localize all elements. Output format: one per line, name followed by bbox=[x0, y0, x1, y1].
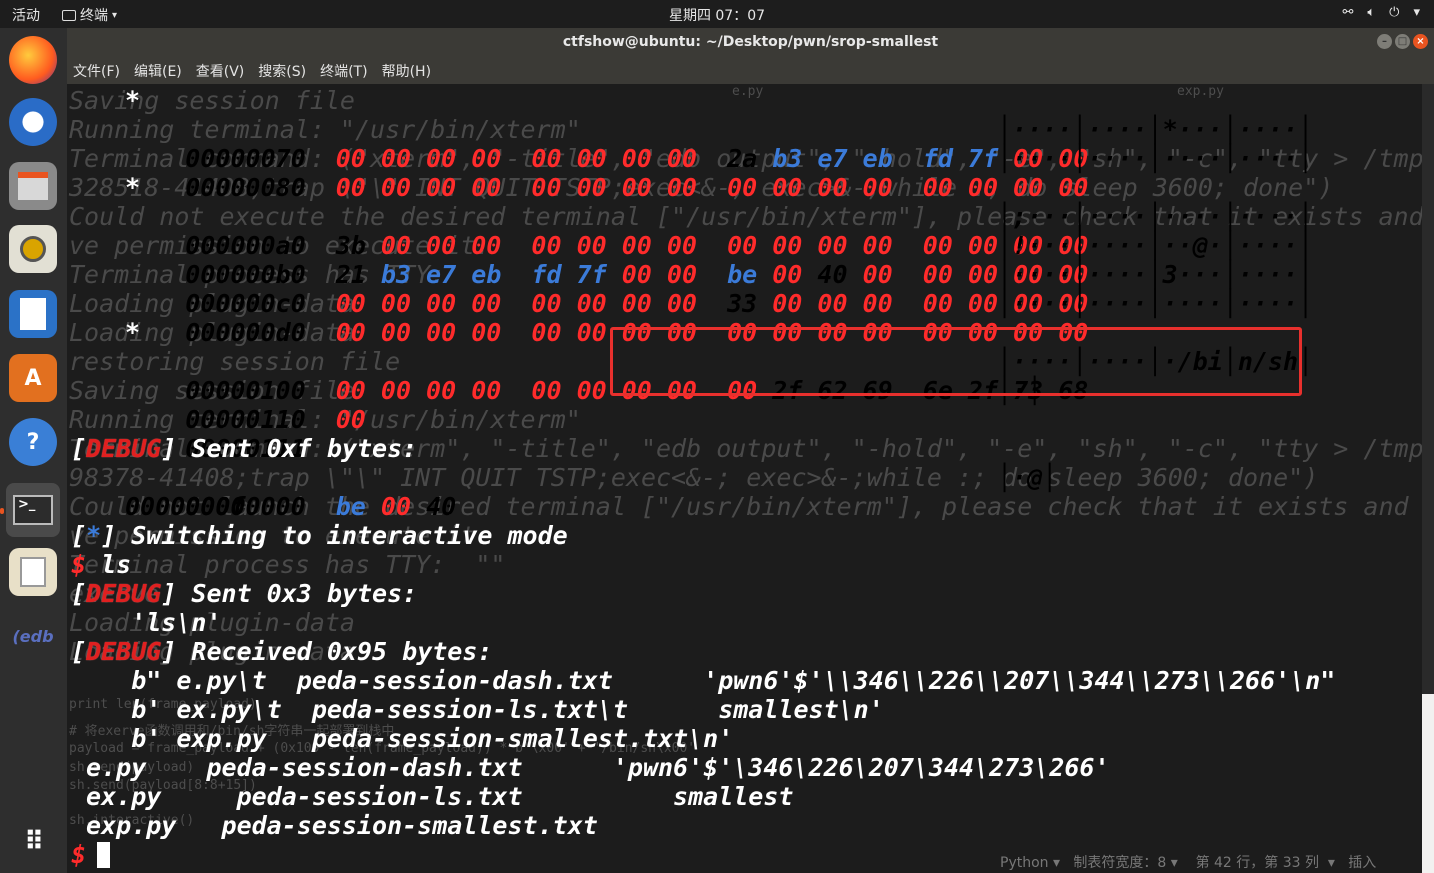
hexdump-ascii: │····│····│*···│····│ bbox=[997, 115, 1314, 144]
hexdump-row: 000000a0 3b 00 00 00 00 00 00 00 00 00 0… bbox=[185, 231, 1089, 260]
received-line: b" e.py\t peda-session-dash.txt 'pwn6'$'… bbox=[71, 666, 1336, 695]
hexdump-row: 00000111 bbox=[125, 405, 305, 463]
hexdump-row: 000000b0 21 b3 e7 eb fd 7f 00 00 be 00 4… bbox=[185, 260, 1089, 289]
info-text: ] Switching to interactive mode bbox=[101, 521, 568, 550]
dock: A ? >_ (edb ⠿ bbox=[0, 28, 67, 873]
info-line: [*] Switching to interactive mode bbox=[71, 521, 568, 550]
volume-icon: 🔈︎ bbox=[1367, 5, 1376, 20]
hexdump-ascii: │····│····│····│····│ bbox=[997, 144, 1314, 173]
cursor-position[interactable]: 第 42 行，第 33 列 bbox=[1196, 855, 1319, 871]
command-text: ls bbox=[86, 550, 132, 579]
libreoffice-writer-icon[interactable] bbox=[9, 290, 57, 338]
terminal-cursor bbox=[97, 842, 110, 868]
hexdump-star: * bbox=[125, 86, 141, 115]
sent-bytes: 'ls\n' bbox=[71, 608, 222, 637]
power-icon: ⏻ bbox=[1389, 5, 1400, 20]
hex-address: 00000080 bbox=[185, 173, 306, 202]
software-center-icon[interactable]: A bbox=[9, 354, 57, 402]
info-star: * bbox=[86, 521, 102, 550]
menu-search[interactable]: 搜索(S) bbox=[258, 61, 306, 81]
debug-text: ] Received 0x95 bytes: bbox=[161, 637, 493, 666]
hexdump-ascii: │····│····│····│····│ bbox=[997, 289, 1314, 318]
ls-output-line: exp.py peda-session-smallest.txt bbox=[71, 811, 598, 840]
hexdump-ascii: │;···│····│····│····│ bbox=[997, 202, 1314, 231]
thunderbird-icon[interactable] bbox=[9, 98, 57, 146]
hex-address-end: 0000000f bbox=[125, 492, 246, 521]
editor-status-bar: Python ▾ 制表符宽度：8 ▾ 第 42 行，第 33 列 ▾ 插入 bbox=[1000, 855, 1377, 871]
menu-help[interactable]: 帮助(H) bbox=[382, 61, 431, 81]
menu-view[interactable]: 查看(V) bbox=[196, 61, 245, 81]
menu-edit[interactable]: 编辑(E) bbox=[134, 61, 182, 81]
menu-bar: 文件(F) 编辑(E) 查看(V) 搜索(S) 终端(T) 帮助(H) bbox=[67, 58, 1434, 84]
background-tab: e.py bbox=[732, 84, 764, 99]
text-editor-icon[interactable] bbox=[9, 548, 57, 596]
prompt-line: $ bbox=[71, 840, 86, 869]
tab-width-selector[interactable]: 制表符宽度：8 bbox=[1073, 855, 1166, 871]
hexdump-row: 00000080 00 00 00 00 00 00 00 00 00 00 0… bbox=[185, 173, 1089, 202]
terminal-scrollbar[interactable] bbox=[1422, 84, 1434, 694]
prompt-dollar: $ bbox=[71, 550, 87, 579]
background-tab: exp.py bbox=[1177, 84, 1224, 99]
chevron-down-icon: ▾ bbox=[1413, 5, 1420, 20]
background-editor-edge bbox=[1422, 694, 1434, 873]
close-icon[interactable]: × bbox=[1413, 34, 1428, 49]
help-icon[interactable]: ? bbox=[9, 418, 57, 466]
debug-line: [DEBUG] Sent 0xf bytes: bbox=[71, 434, 418, 463]
hexdump-ascii: │····│····│3···│····│ bbox=[997, 260, 1314, 289]
hexdump-ascii: │!···│····│··@·│····│ bbox=[997, 231, 1314, 260]
prompt-dollar: $ bbox=[71, 840, 87, 869]
ls-output-line: e.py peda-session-dash.txt 'pwn6'$'\346\… bbox=[71, 753, 1110, 782]
debug-line: [DEBUG] Received 0x95 bytes: bbox=[71, 637, 493, 666]
window-title-bar[interactable]: ctfshow@ubuntu: ~/Desktop/pwn/srop-small… bbox=[67, 28, 1434, 58]
debug-line: [DEBUG] Sent 0x3 bytes: bbox=[71, 579, 418, 608]
debug-text: ] Sent 0x3 bytes: bbox=[161, 579, 418, 608]
background-log-line: Saving session file bbox=[69, 86, 355, 115]
debug-tag: DEBUG bbox=[86, 434, 162, 463]
terminal-icon[interactable]: >_ bbox=[6, 483, 60, 537]
debug-text: ] Sent 0xf bytes: bbox=[161, 434, 418, 463]
hexdump-row: 000000d0 00 00 00 00 00 00 00 00 00 00 0… bbox=[185, 318, 1089, 347]
network-icon: ⚯ bbox=[1342, 5, 1354, 20]
rhythmbox-icon[interactable] bbox=[9, 225, 57, 273]
system-status-menu[interactable]: ⚯ 🔈︎ ⏻ ▾ bbox=[1342, 5, 1420, 20]
insert-mode: 插入 bbox=[1348, 855, 1377, 871]
top-bar: 活动 终端 ▾ 星期四 07：07 ⚯ 🔈︎ ⏻ ▾ bbox=[0, 0, 1434, 28]
hexdump-row: 00000070 00 00 00 00 00 00 00 00 2a b3 e… bbox=[185, 144, 1089, 173]
hexdump-star: * bbox=[125, 173, 141, 202]
hexdump-row: 00000110 00 bbox=[185, 405, 366, 434]
hex-address: 000000d0 bbox=[185, 318, 306, 347]
received-line: b' exp.py peda-session-smallest.txt\n' bbox=[71, 724, 734, 753]
language-selector[interactable]: Python bbox=[1000, 855, 1049, 871]
background-log-line: Terminal process has TTY: "" bbox=[69, 550, 506, 579]
debug-tag: DEBUG bbox=[86, 579, 162, 608]
terminal-area[interactable]: Saving session file Running terminal: "/… bbox=[67, 84, 1422, 873]
active-indicator bbox=[0, 508, 4, 514]
debug-tag: DEBUG bbox=[86, 637, 162, 666]
ls-output-line: ex.py peda-session-ls.txt smallest bbox=[71, 782, 794, 811]
command-line: $ ls bbox=[71, 550, 131, 579]
show-apps-icon[interactable]: ⠿ bbox=[9, 818, 57, 866]
highlight-box bbox=[610, 327, 1302, 396]
menu-file[interactable]: 文件(F) bbox=[73, 61, 120, 81]
hexdump-ascii: │·@│ bbox=[997, 463, 1058, 492]
hexdump-star: * bbox=[125, 318, 141, 347]
files-icon[interactable] bbox=[9, 162, 57, 210]
received-line: b' ex.py\t peda-session-ls.txt\t smalles… bbox=[71, 695, 884, 724]
minimize-icon[interactable]: – bbox=[1377, 34, 1392, 49]
menu-terminal[interactable]: 终端(T) bbox=[320, 61, 367, 81]
maximize-icon[interactable]: □ bbox=[1395, 34, 1410, 49]
window-title: ctfshow@ubuntu: ~/Desktop/pwn/srop-small… bbox=[562, 34, 939, 50]
hexdump-row: 000000c0 00 00 00 00 00 00 00 00 33 00 0… bbox=[185, 289, 1089, 318]
edb-icon[interactable]: (edb bbox=[9, 612, 57, 660]
firefox-icon[interactable] bbox=[9, 36, 57, 84]
hexdump-row: 00000000 be 00 40 bbox=[185, 492, 457, 521]
window-controls: – □ × bbox=[1377, 34, 1428, 49]
clock[interactable]: 星期四 07：07 bbox=[0, 5, 1434, 25]
